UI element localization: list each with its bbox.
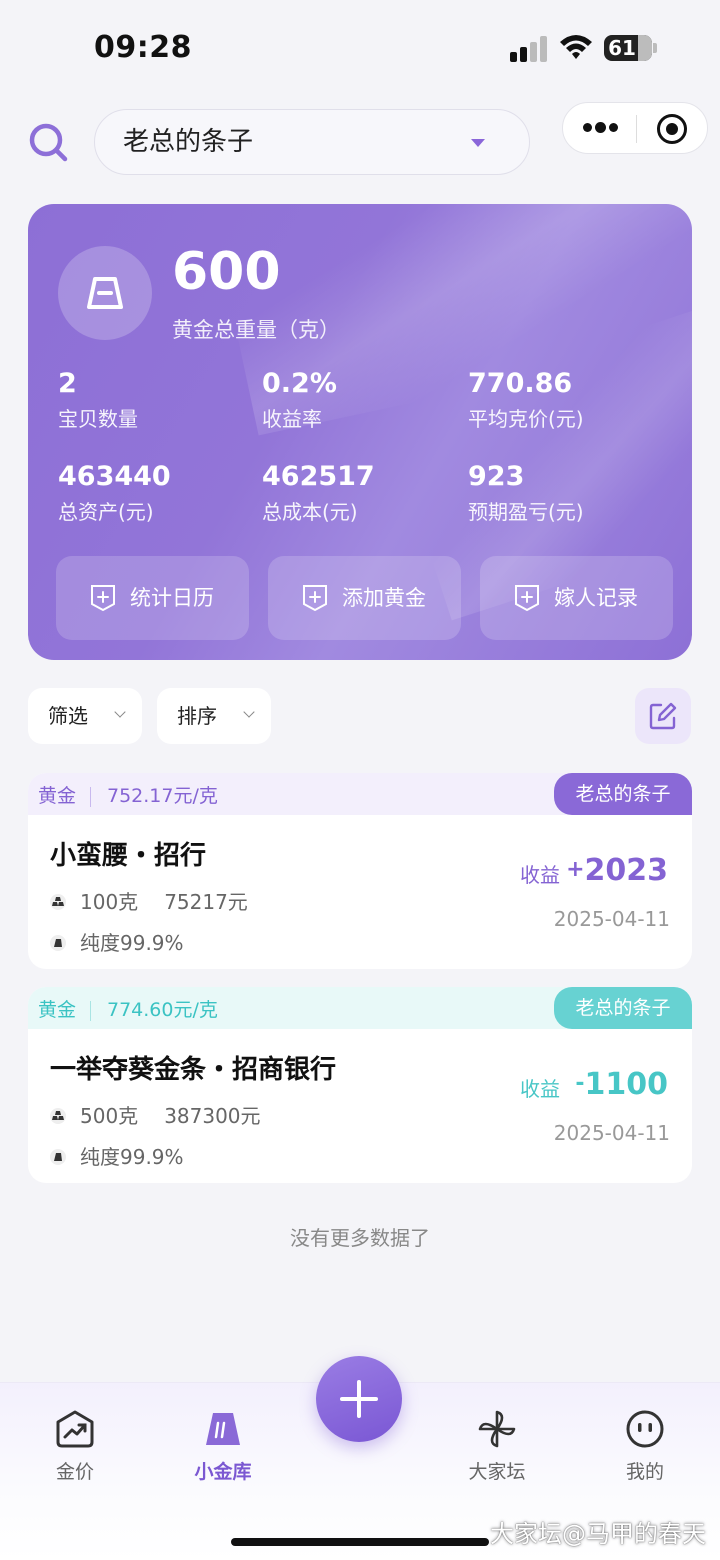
item-type: 黄金 (38, 999, 77, 1021)
item-purity: 纯度99.9% (50, 927, 184, 956)
tab-small-vault[interactable]: 小金库 (168, 1405, 278, 1485)
gold-bars-icon (50, 894, 66, 910)
item-name: 一举夺葵金条・招商银行 (50, 1055, 337, 1085)
more-dots-icon[interactable] (583, 121, 618, 135)
item-unit-price: 752.17元/克 (107, 785, 218, 807)
stat-total-cost: 462517 总成本(元) (262, 461, 375, 524)
gold-bar-icon (206, 1413, 240, 1445)
plus-shield-icon (91, 585, 115, 612)
batch-edit-button[interactable] (635, 688, 691, 744)
item-date: 2025-04-11 (553, 1121, 670, 1145)
gold-bars-icon (50, 1108, 66, 1124)
add-gold-button[interactable]: 添加黄金 (268, 556, 461, 640)
gold-item-card[interactable]: 黄金 752.17元/克 老总的条子 小蛮腰・招行 100克 75217元 纯度9… (28, 773, 692, 969)
search-logo-icon[interactable] (28, 122, 68, 162)
item-name: 小蛮腰・招行 (50, 841, 207, 871)
dowry-record-button[interactable]: 嫁人记录 (480, 556, 673, 640)
item-weight-cost: 500克 387300元 (50, 1100, 261, 1129)
pinwheel-icon (478, 1410, 516, 1448)
vault-selector[interactable]: 老总的条子 (94, 109, 530, 175)
gold-ingot-badge (58, 246, 152, 340)
status-time: 09:28 (94, 30, 192, 65)
profit-value: +2023 (566, 853, 668, 888)
item-weight-cost: 100克 75217元 (50, 886, 248, 915)
stats-calendar-button[interactable]: 统计日历 (56, 556, 249, 640)
stat-total-assets: 463440 总资产(元) (58, 461, 171, 524)
vault-tag: 老总的条子 (554, 773, 692, 815)
tab-mine[interactable]: 我的 (590, 1405, 700, 1485)
total-weight-value: 600 (172, 242, 281, 302)
sort-dropdown[interactable]: 排序 (157, 688, 271, 744)
watermark-text: 大家坛@马甲的春天 (490, 1520, 706, 1548)
stat-avg-price: 770.86 平均克价(元) (468, 368, 584, 431)
cellular-signal-icon (510, 36, 550, 62)
item-type: 黄金 (38, 785, 77, 807)
item-unit-price: 774.60元/克 (107, 999, 218, 1021)
summary-card: 600 黄金总重量（克） 2 宝贝数量 0.2% 收益率 770.86 平均克价… (28, 204, 692, 660)
plus-shield-icon (303, 585, 327, 612)
caret-down-icon (471, 139, 485, 147)
tab-gold-price[interactable]: 金价 (20, 1405, 130, 1485)
vault-name: 老总的条子 (123, 127, 254, 157)
face-icon (626, 1410, 664, 1448)
wifi-icon (560, 35, 592, 59)
gold-ingot-icon (87, 277, 123, 309)
miniprogram-capsule (562, 102, 708, 154)
home-indicator[interactable] (231, 1538, 489, 1546)
tab-forum[interactable]: 大家坛 (442, 1405, 552, 1485)
add-button[interactable] (316, 1356, 402, 1442)
profit-value: -1100 (575, 1067, 668, 1102)
trend-chart-icon (56, 1410, 94, 1448)
gold-ingot-icon (50, 1149, 66, 1165)
profit-label: 收益 (520, 863, 560, 887)
stat-item-count: 2 宝贝数量 (58, 368, 138, 431)
edit-icon (649, 702, 677, 730)
close-miniprogram-icon[interactable] (657, 114, 687, 144)
profit-label: 收益 (520, 1077, 560, 1101)
chevron-down-icon (243, 706, 255, 718)
gold-ingot-icon (50, 935, 66, 951)
plus-shield-icon (515, 585, 539, 612)
vault-tag: 老总的条子 (554, 987, 692, 1029)
chevron-down-icon (114, 706, 126, 718)
battery-icon: 61 (604, 35, 652, 61)
total-weight-label: 黄金总重量（克） (172, 318, 340, 342)
item-purity: 纯度99.9% (50, 1141, 184, 1170)
battery-level: 61 (608, 36, 636, 60)
list-end-text: 没有更多数据了 (290, 1226, 430, 1250)
filter-dropdown[interactable]: 筛选 (28, 688, 142, 744)
stat-return-rate: 0.2% 收益率 (262, 368, 337, 431)
gold-item-card[interactable]: 黄金 774.60元/克 老总的条子 一举夺葵金条・招商银行 500克 38730… (28, 987, 692, 1183)
stat-expected-pnl: 923 预期盈亏(元) (468, 461, 584, 524)
item-date: 2025-04-11 (553, 907, 670, 931)
status-bar: 09:28 61 (0, 0, 720, 96)
